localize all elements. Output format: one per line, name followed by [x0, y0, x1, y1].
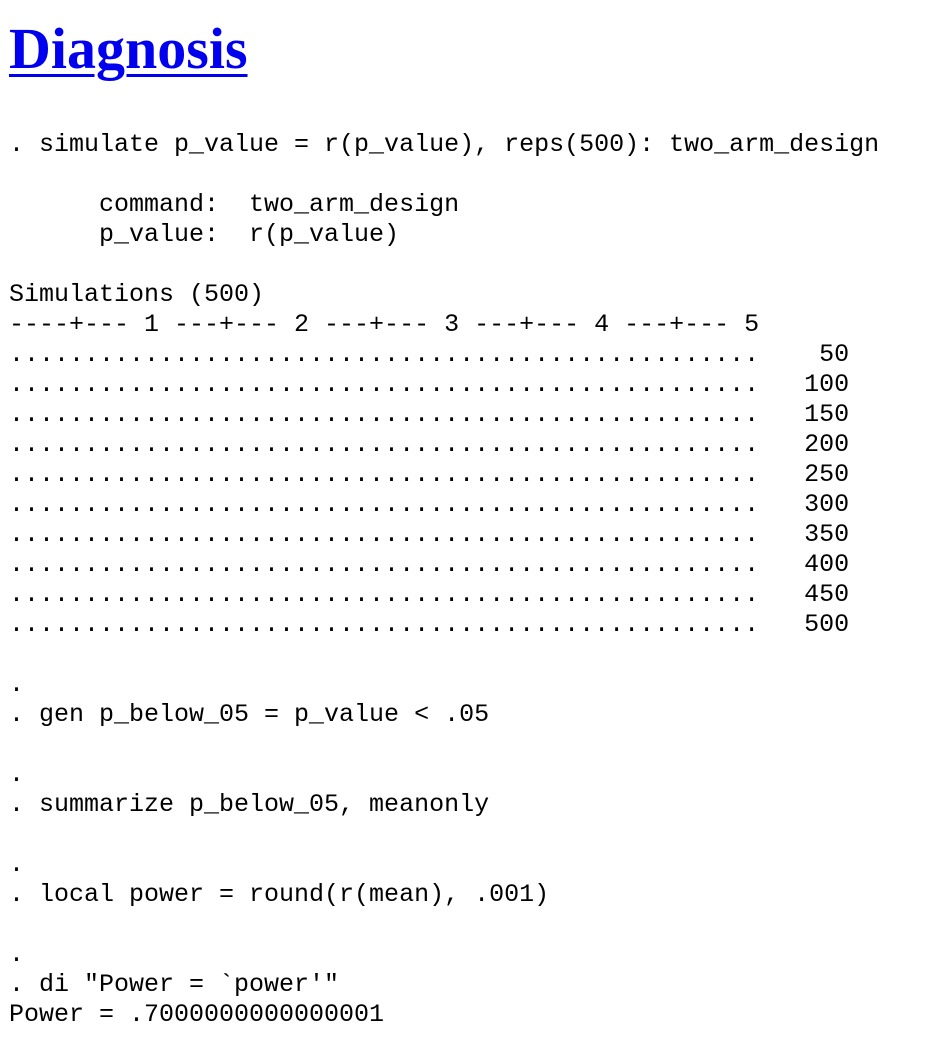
log-line: Power = .7000000000000001 — [9, 1000, 385, 1029]
log-line: p_value: r(p_value) — [9, 220, 400, 249]
log-line: ........................................… — [9, 460, 850, 489]
log-line: ........................................… — [9, 610, 850, 639]
log-line: . summarize p_below_05, meanonly — [9, 790, 490, 819]
log-line: ........................................… — [9, 370, 850, 399]
log-line: . local power = round(r(mean), .001) — [9, 880, 550, 909]
log-line: ........................................… — [9, 400, 850, 429]
log-line: . — [9, 670, 25, 699]
diagnosis-heading-link[interactable]: Diagnosis — [9, 14, 248, 84]
log-line: ........................................… — [9, 430, 850, 459]
stata-output-log: . simulate p_value = r(p_value), reps(50… — [9, 130, 879, 1030]
log-line: . — [9, 850, 25, 879]
log-line: ........................................… — [9, 490, 850, 519]
log-line: ........................................… — [9, 580, 850, 609]
log-line: ........................................… — [9, 340, 850, 369]
log-line: . di "Power = `power'" — [9, 970, 340, 999]
log-line: ----+--- 1 ---+--- 2 ---+--- 3 ---+--- 4… — [9, 310, 760, 339]
log-line: ........................................… — [9, 520, 850, 549]
log-line: command: two_arm_design — [9, 190, 460, 219]
log-line: . simulate p_value = r(p_value), reps(50… — [9, 130, 880, 159]
log-line: Simulations (500) — [9, 280, 265, 309]
log-line: . — [9, 940, 25, 969]
log-line: ........................................… — [9, 550, 850, 579]
log-line: . gen p_below_05 = p_value < .05 — [9, 700, 490, 729]
log-line: . — [9, 760, 25, 789]
